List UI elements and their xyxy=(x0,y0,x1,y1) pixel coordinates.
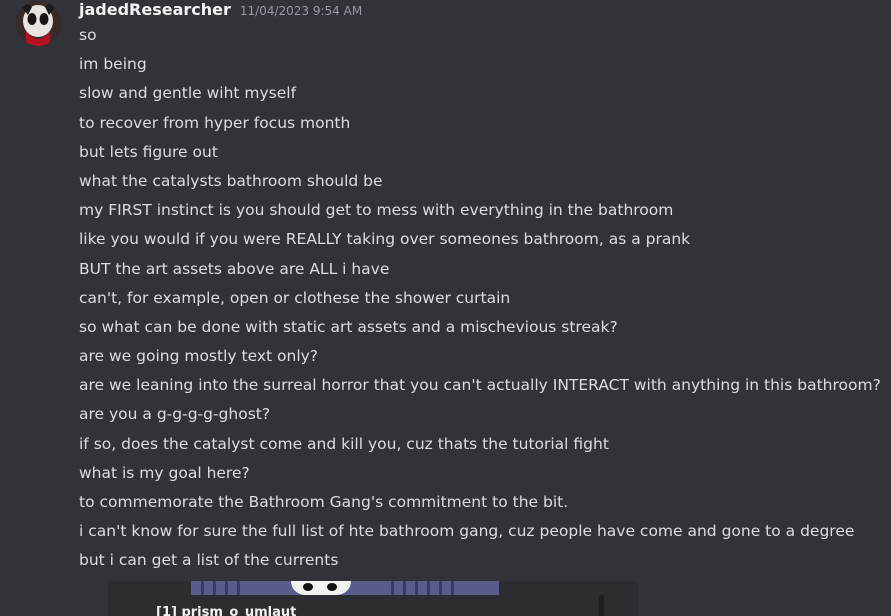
message-line: are we going mostly text only? xyxy=(79,347,319,366)
message-header: jadedResearcher 11/04/2023 9:54 AM xyxy=(79,0,362,22)
avatar[interactable] xyxy=(16,1,61,46)
message-embed[interactable]: [1] prism_o_umlaut xyxy=(108,581,638,616)
avatar-image xyxy=(16,1,61,46)
chat-message: jadedResearcher 11/04/2023 9:54 AM so im… xyxy=(0,0,891,616)
message-content: so im being slow and gentle wiht myself … xyxy=(79,23,881,578)
message-line: if so, does the catalyst come and kill y… xyxy=(79,434,609,453)
message-line: to commemorate the Bathroom Gang's commi… xyxy=(79,493,569,511)
message-line: i can't know for sure the full list of h… xyxy=(79,522,855,541)
message-line: what the catalysts bathroom should be xyxy=(79,171,383,190)
message-line: like you would if you were REALLY taking… xyxy=(79,230,691,249)
message-line: are we leaning into the surreal horror t… xyxy=(79,376,881,395)
message-line: but lets figure out xyxy=(79,142,218,161)
embed-title: [1] prism_o_umlaut xyxy=(156,605,297,616)
message-line: to recover from hyper focus month xyxy=(79,113,351,132)
message-line: my FIRST instinct is you should get to m… xyxy=(79,201,674,220)
username[interactable]: jadedResearcher xyxy=(79,0,231,19)
message-line: so xyxy=(79,26,97,44)
message-line: so what can be done with static art asse… xyxy=(79,317,618,336)
message-line: but i can get a list of the currents xyxy=(79,551,339,570)
embed-scrollbar[interactable] xyxy=(599,595,604,616)
timestamp: 11/04/2023 9:54 AM xyxy=(239,4,363,18)
message-line: slow and gentle wiht myself xyxy=(79,84,297,103)
message-line: im being xyxy=(79,55,147,74)
message-line: are you a g-g-g-g-ghost? xyxy=(79,405,271,424)
embed-image[interactable] xyxy=(191,581,499,595)
message-line: BUT the art assets above are ALL i have xyxy=(79,259,390,278)
message-line: can't, for example, open or clothese the… xyxy=(79,288,511,307)
message-line: what is my goal here? xyxy=(79,463,250,482)
